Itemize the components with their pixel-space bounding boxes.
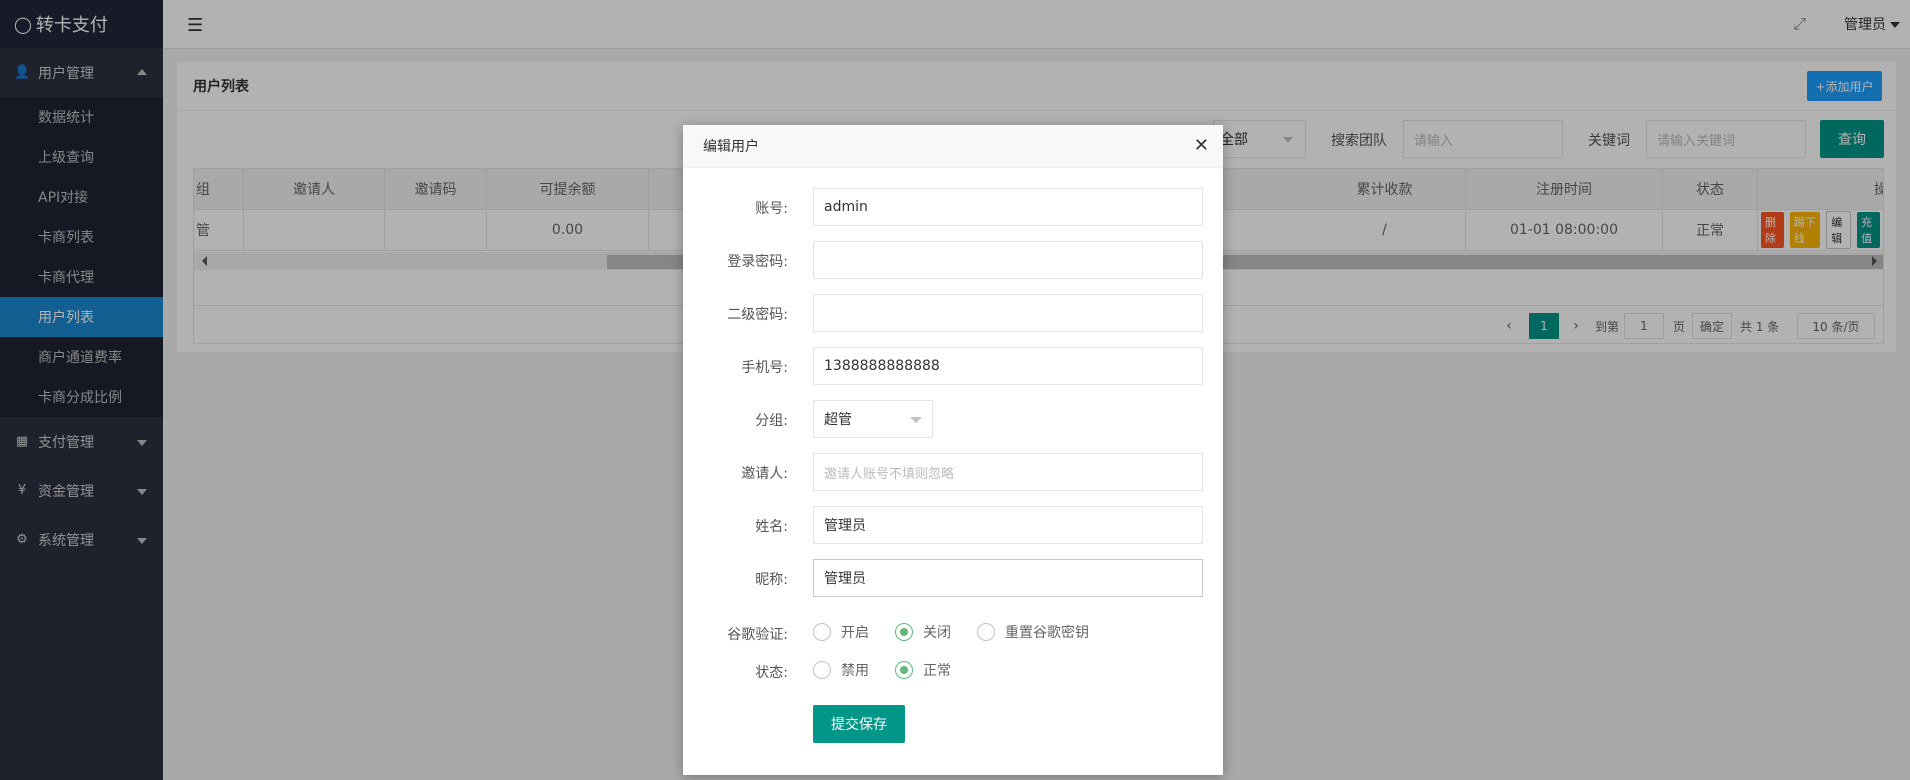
- radio-label: 关闭: [923, 625, 951, 641]
- radio-circle: [813, 623, 831, 641]
- chevron-down-icon: [910, 417, 922, 423]
- nickname-label: 昵称:: [755, 572, 788, 588]
- group-select[interactable]: 超管: [813, 400, 933, 438]
- close-icon[interactable]: ✕: [1194, 135, 1209, 156]
- inviter-label: 邀请人:: [741, 466, 788, 482]
- inviter-field[interactable]: 邀请人账号不填则忽略: [813, 453, 1203, 491]
- google-auth-open-radio[interactable]: 开启: [813, 622, 869, 642]
- submit-save-button[interactable]: 提交保存: [813, 705, 905, 743]
- google-auth-close-radio[interactable]: 关闭: [895, 622, 951, 642]
- status-normal-radio[interactable]: 正常: [895, 660, 951, 680]
- radio-label: 重置谷歌密钥: [1005, 625, 1089, 641]
- modal-title: 编辑用户: [683, 125, 1223, 168]
- nickname-field[interactable]: 管理员: [813, 559, 1203, 597]
- google-auth-reset-radio[interactable]: 重置谷歌密钥: [977, 622, 1089, 642]
- account-field[interactable]: admin: [813, 188, 1203, 226]
- status-label: 状态:: [755, 665, 788, 681]
- account-label: 账号:: [755, 201, 788, 217]
- name-field[interactable]: 管理员: [813, 506, 1203, 544]
- radio-circle: [895, 661, 913, 679]
- second-password-field[interactable]: [813, 294, 1203, 332]
- edit-user-modal: 编辑用户 ✕ 账号: admin 登录密码: 二级密码: 手机号: 138888…: [683, 125, 1223, 775]
- google-auth-label: 谷歌验证:: [727, 627, 788, 643]
- radio-label: 正常: [923, 663, 951, 679]
- group-label: 分组:: [755, 413, 788, 429]
- status-disabled-radio[interactable]: 禁用: [813, 660, 869, 680]
- radio-label: 禁用: [841, 663, 869, 679]
- radio-circle: [895, 623, 913, 641]
- password-label: 登录密码:: [727, 254, 788, 270]
- radio-circle: [813, 661, 831, 679]
- second-password-label: 二级密码:: [727, 307, 788, 323]
- name-label: 姓名:: [755, 519, 788, 535]
- radio-circle: [977, 623, 995, 641]
- radio-label: 开启: [841, 625, 869, 641]
- phone-field[interactable]: 1388888888888: [813, 347, 1203, 385]
- phone-label: 手机号:: [741, 360, 788, 376]
- password-field[interactable]: [813, 241, 1203, 279]
- group-select-value: 超管: [824, 412, 852, 428]
